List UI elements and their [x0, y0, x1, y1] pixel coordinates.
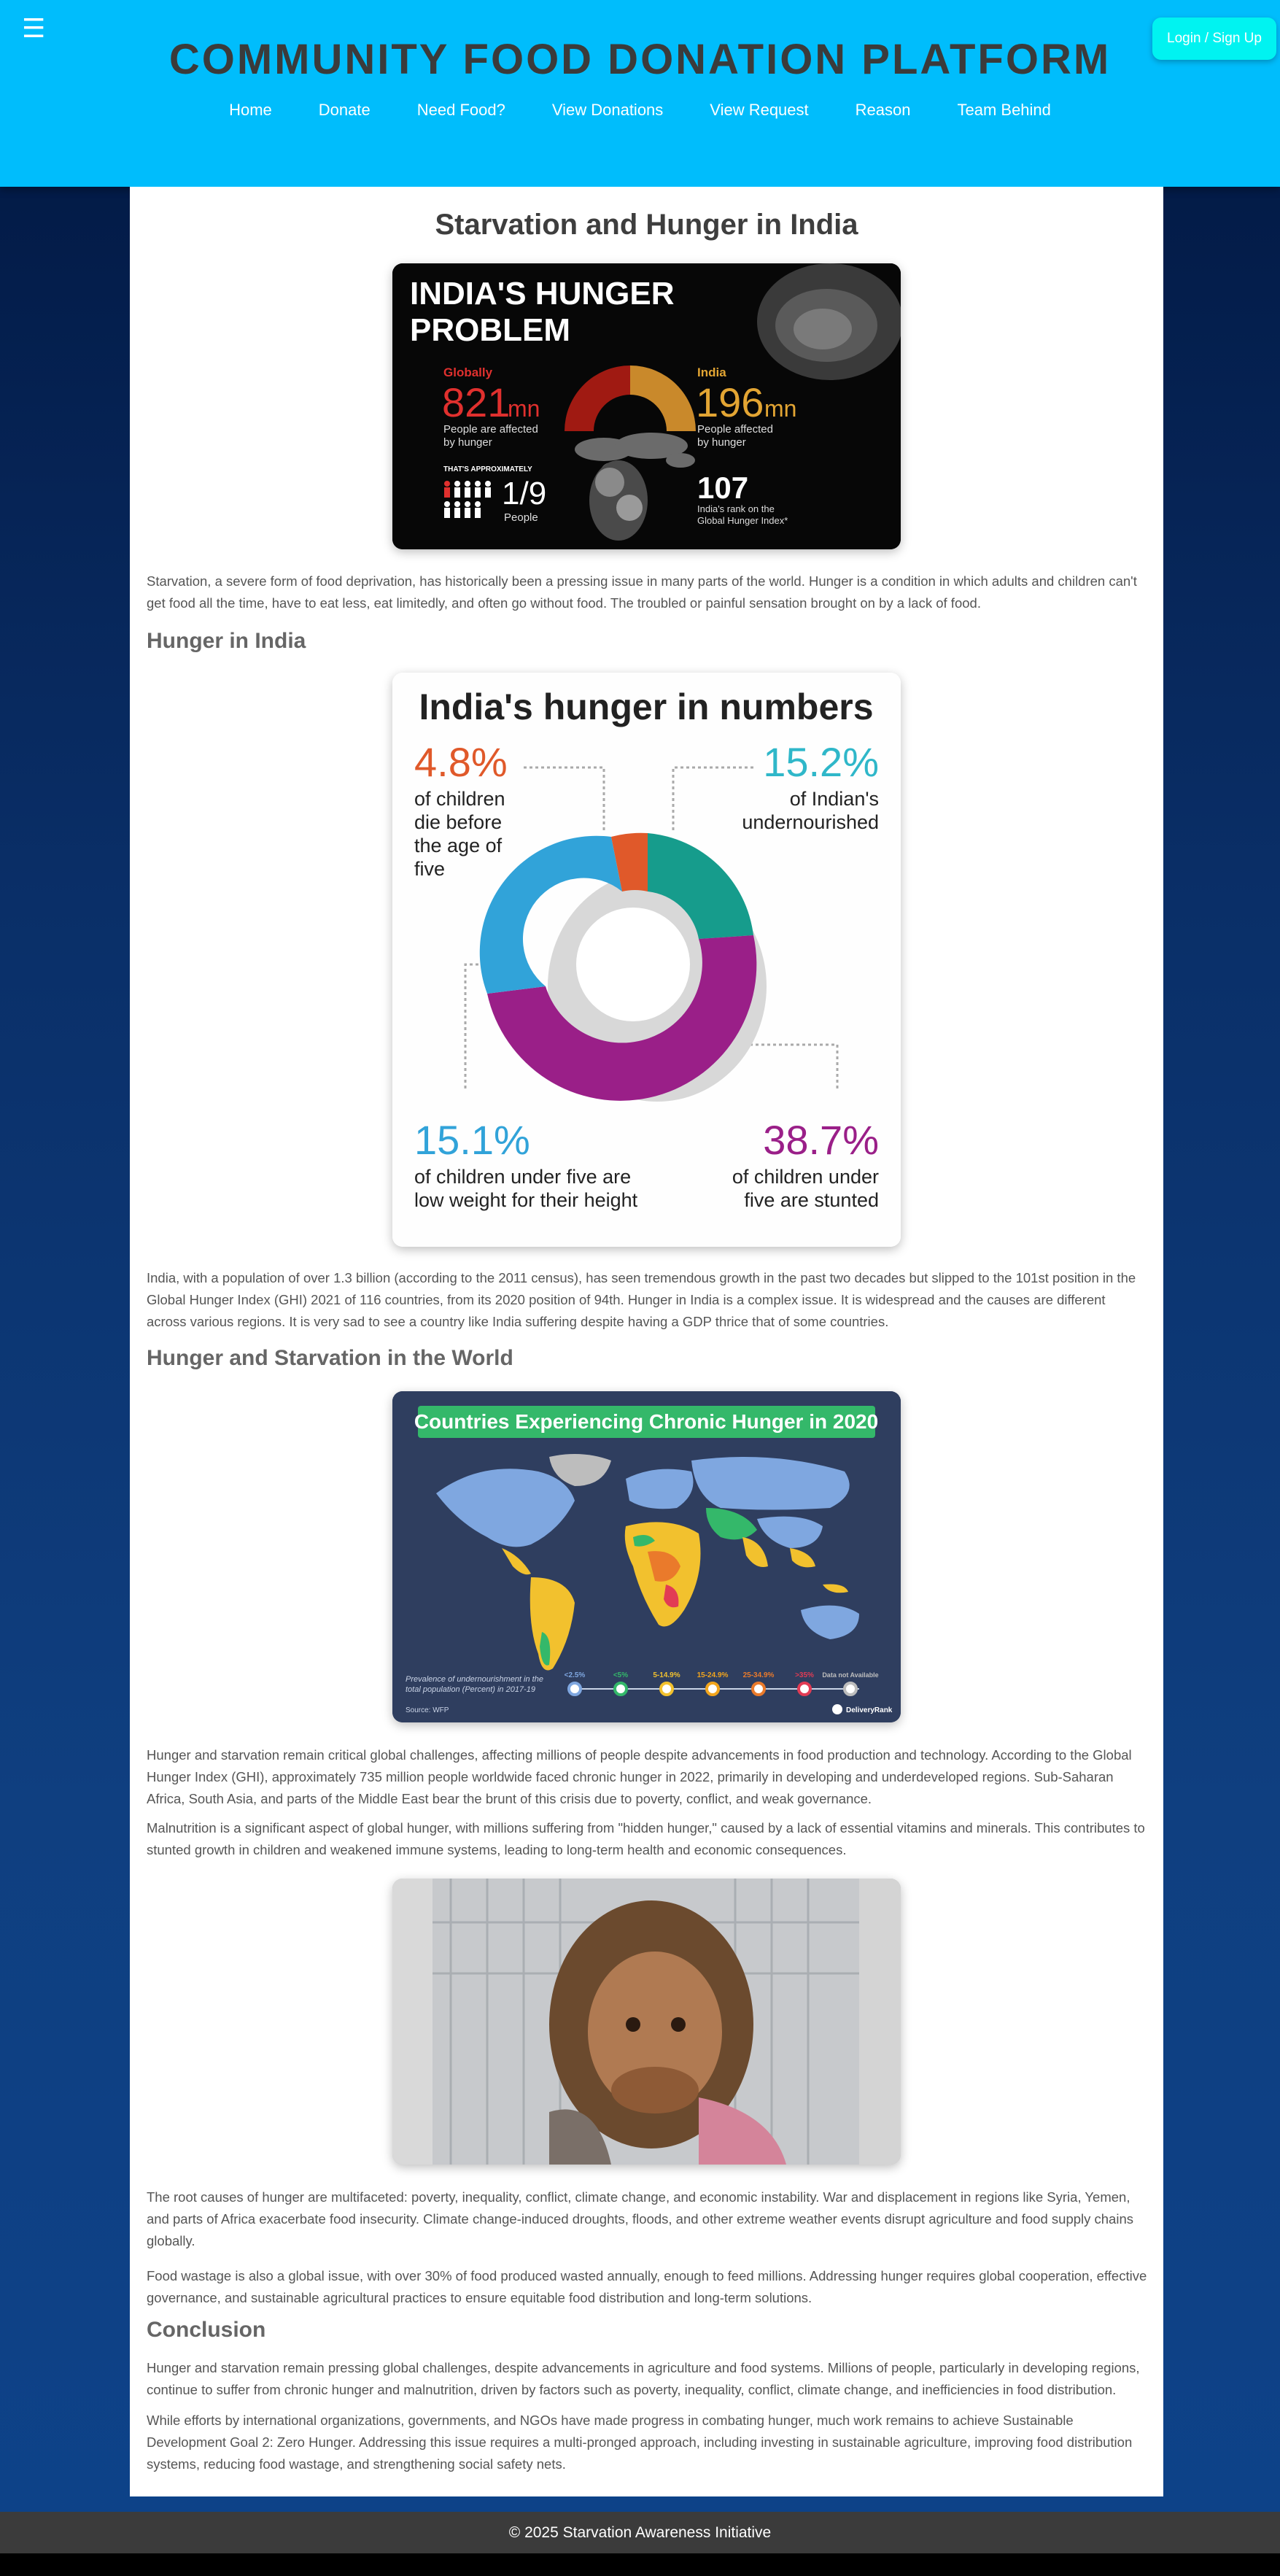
india-desc-1: People affected	[697, 423, 773, 436]
map-brand: DeliveryRank	[846, 1706, 893, 1714]
children-photo	[589, 460, 648, 541]
causes-paragraph: The root causes of hunger are multifacet…	[147, 2189, 1133, 2248]
infographic-title-line1: INDIA'S HUNGER	[410, 276, 674, 312]
legend-label: >35%	[795, 1671, 814, 1679]
main-content: Starvation and Hunger in India INDIA'S H…	[130, 187, 1163, 2496]
footer-copyright: © 2025 Starvation Awareness Initiative	[508, 2524, 772, 2541]
global-desc-1: People are affected	[443, 423, 538, 436]
legend-label: <2.5%	[565, 1671, 586, 1679]
stat1-line1: of children	[414, 788, 505, 810]
deliveryrank-logo-icon	[832, 1704, 842, 1714]
nav-reason[interactable]: Reason	[832, 101, 934, 120]
india-hunger-numbers-infographic: India's hunger in numbers 4.8% of childr…	[392, 673, 901, 1247]
legend-swatch	[659, 1682, 674, 1696]
fraction-label: People	[504, 511, 538, 524]
site-header: ☰ COMMUNITY FOOD DONATION PLATFORM Home …	[0, 0, 1280, 187]
nav-home[interactable]: Home	[206, 101, 295, 120]
stat1-line3: the age of	[414, 835, 503, 856]
stat-stunted-value: 38.7%	[763, 1117, 879, 1163]
world-paragraph-1: Hunger and starvation remain critical gl…	[147, 1747, 1132, 1806]
legend-label: <5%	[613, 1671, 628, 1679]
heading-conclusion: Conclusion	[147, 2318, 266, 2342]
hungry-child-photo	[392, 1879, 901, 2165]
india-desc-2: by hunger	[697, 436, 746, 449]
rank-desc-1: India's rank on the	[697, 503, 775, 514]
stat-low-weight-value: 15.1%	[414, 1117, 530, 1163]
nav-view-request[interactable]: View Request	[686, 101, 831, 120]
approx-label: THAT'S APPROXIMATELY	[443, 465, 532, 473]
nav-team-behind[interactable]: Team Behind	[934, 101, 1074, 120]
bottom-bar	[0, 2553, 1280, 2576]
india-hunger-problem-graphic: INDIA'S HUNGER PROBLEM Globally 821 mn P…	[392, 263, 901, 549]
global-unit: mn	[508, 395, 540, 422]
fraction-value: 1/9	[502, 476, 546, 511]
stat2-line2: undernourished	[742, 811, 879, 833]
legend-label: 25-34.9%	[743, 1671, 775, 1679]
nav-need-food[interactable]: Need Food?	[394, 101, 529, 120]
legend-caption-1: Prevalence of undernourishment in the	[406, 1675, 543, 1684]
india-value: 196	[696, 379, 764, 425]
legend-label: Data not Available	[822, 1671, 878, 1679]
india-hunger-numbers-graphic: India's hunger in numbers 4.8% of childr…	[392, 673, 901, 1247]
stat1-line2: die before	[414, 811, 502, 833]
rank-value: 107	[697, 471, 748, 505]
intro-paragraph: Starvation, a severe form of food depriv…	[147, 573, 1137, 611]
stat-undernourished-value: 15.2%	[763, 739, 879, 785]
heading-hunger-in-india: Hunger in India	[147, 629, 306, 653]
stat3-line1: of children under five are	[414, 1166, 631, 1188]
nav-donate[interactable]: Donate	[295, 101, 394, 120]
main-nav: Home Donate Need Food? View Donations Vi…	[0, 101, 1280, 120]
login-signup-button[interactable]: Login / Sign Up	[1152, 18, 1276, 60]
legend-swatch	[613, 1682, 628, 1696]
india-unit: mn	[764, 395, 796, 422]
global-value: 821	[442, 379, 510, 425]
stat1-line4: five	[414, 858, 445, 880]
india-paragraph: India, with a population of over 1.3 bil…	[147, 1270, 1136, 1329]
conclusion-paragraph-2: While efforts by international organizat…	[147, 2413, 1133, 2472]
legend-swatch	[751, 1682, 766, 1696]
page-title: Starvation and Hunger in India	[435, 209, 858, 241]
infographic2-title: India's hunger in numbers	[419, 686, 873, 727]
stat-child-deaths-value: 4.8%	[414, 739, 508, 785]
chronic-hunger-map-infographic: Countries Experiencing Chronic Hunger in…	[392, 1391, 901, 1722]
map-source: Source: WFP	[406, 1706, 449, 1714]
stat3-line2: low weight for their height	[414, 1189, 638, 1211]
india-label: India	[697, 365, 726, 379]
site-footer: © 2025 Starvation Awareness Initiative	[0, 2512, 1280, 2553]
heading-hunger-in-world: Hunger and Starvation in the World	[147, 1346, 513, 1370]
legend-label: 5-14.9%	[653, 1671, 680, 1679]
map-title: Countries Experiencing Chronic Hunger in…	[414, 1410, 878, 1433]
stat4-line1: of children under	[732, 1166, 879, 1188]
legend-label: 15-24.9%	[697, 1671, 729, 1679]
stat4-line2: five are stunted	[744, 1189, 879, 1211]
infographic-title-line2: PROBLEM	[410, 312, 570, 348]
legend-swatch	[843, 1682, 858, 1696]
legend-caption-2: total population (Percent) in 2017-19	[406, 1685, 535, 1694]
globally-label: Globally	[443, 365, 493, 379]
rank-desc-2: Global Hunger Index*	[697, 515, 788, 526]
conclusion-paragraph-1: Hunger and starvation remain pressing gl…	[147, 2360, 1140, 2397]
hungry-child-image	[392, 1879, 901, 2165]
global-desc-2: by hunger	[443, 436, 492, 449]
nav-view-donations[interactable]: View Donations	[529, 101, 686, 120]
legend-swatch	[705, 1682, 720, 1696]
stat2-line1: of Indian's	[790, 788, 879, 810]
legend-swatch	[567, 1682, 582, 1696]
india-hunger-problem-infographic: INDIA'S HUNGER PROBLEM Globally 821 mn P…	[392, 263, 901, 549]
site-title: COMMUNITY FOOD DONATION PLATFORM	[168, 36, 1112, 83]
legend-swatch	[797, 1682, 812, 1696]
world-paragraph-2: Malnutrition is a significant aspect of …	[147, 1820, 1145, 1857]
food-wastage-paragraph: Food wastage is also a global issue, wit…	[147, 2268, 1147, 2305]
chronic-hunger-map-graphic: Countries Experiencing Chronic Hunger in…	[392, 1391, 901, 1722]
